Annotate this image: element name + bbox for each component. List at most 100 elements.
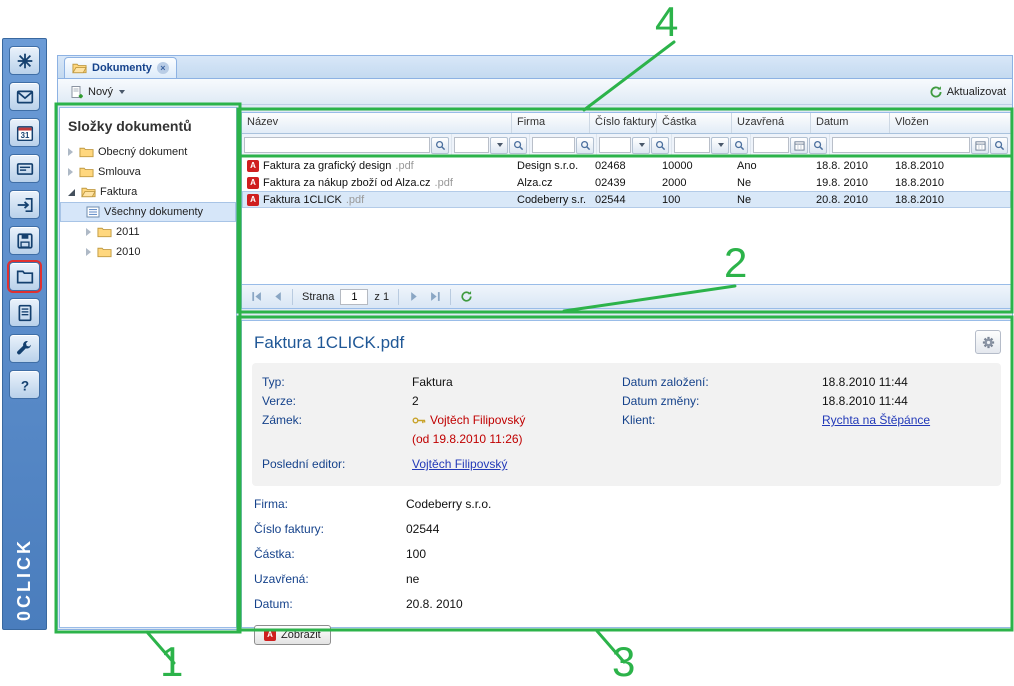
last-page-icon [430, 291, 441, 302]
next-page-button[interactable] [405, 288, 423, 306]
first-page-button[interactable] [247, 288, 265, 306]
sidebar-button-system[interactable] [9, 46, 40, 75]
filter-castka-dropdown[interactable] [632, 137, 650, 154]
filter-vlozen-input[interactable] [832, 137, 970, 153]
folder-icon [97, 226, 112, 238]
note-icon [16, 304, 34, 322]
filter-datum-search-button[interactable] [809, 137, 827, 154]
filter-datum-input[interactable] [753, 137, 789, 153]
sidebar-button-mail[interactable] [9, 82, 40, 111]
sidebar-button-invoices[interactable] [9, 298, 40, 327]
filter-datum-calendar-button[interactable] [790, 137, 808, 154]
filter-vlozen-calendar-button[interactable] [971, 137, 989, 154]
grid-filter-row [242, 134, 1011, 157]
column-header-castka[interactable]: Částka [657, 113, 732, 133]
detail-settings-button[interactable] [975, 330, 1001, 354]
expand-collapsed-icon[interactable] [86, 248, 91, 256]
expand-collapsed-icon[interactable] [68, 148, 73, 156]
column-header-datum[interactable]: Datum [811, 113, 890, 133]
cell-firma: Alza.cz [512, 177, 590, 189]
folder-icon [79, 166, 94, 178]
zobrazit-button[interactable]: A Zobrazit [254, 625, 331, 645]
tab-close-icon[interactable]: × [157, 62, 169, 74]
tree-item-label: Obecný dokument [98, 146, 187, 158]
filter-cell-uzavrena [672, 134, 751, 156]
documents-grid: Název Firma Číslo faktury Částka Uzavřen… [241, 112, 1012, 309]
tab-dokumenty[interactable]: Dokumenty × [64, 57, 177, 78]
new-button[interactable]: Nový [64, 82, 131, 102]
page-count-label: z 1 [371, 291, 392, 303]
filter-cell-datum [751, 134, 830, 156]
tree-item-vsechny-dokumenty[interactable]: Všechny dokumenty [60, 202, 236, 222]
main-toolbar: Nový Aktualizovat [58, 79, 1012, 105]
sidebar-button-tools[interactable] [9, 334, 40, 363]
castka-label: Částka: [254, 546, 406, 563]
expand-collapsed-icon[interactable] [86, 228, 91, 236]
filter-castka-search-button[interactable] [651, 137, 669, 154]
folders-panel: Složky dokumentů Obecný dokument Smlouva… [59, 107, 237, 628]
sidebar-button-documents[interactable] [9, 262, 40, 291]
column-header-cislo-faktury[interactable]: Číslo faktury [590, 113, 657, 133]
tree-item-label: Všechny dokumenty [104, 206, 203, 218]
editor-link[interactable]: Vojtěch Filipovský [412, 455, 507, 474]
table-row[interactable]: AFaktura za grafický design.pdf Design s… [242, 157, 1011, 174]
grid-header-row: Název Firma Číslo faktury Částka Uzavřen… [242, 113, 1011, 134]
sidebar-button-cards[interactable] [9, 154, 40, 183]
column-header-vlozen[interactable]: Vložen [890, 113, 1011, 133]
first-page-icon [251, 291, 262, 302]
prev-page-button[interactable] [268, 288, 286, 306]
pdf-icon: A [247, 177, 259, 189]
grid-pager: Strana z 1 [242, 284, 1011, 308]
tree-item-2011[interactable]: 2011 [60, 222, 236, 242]
verze-value: 2 [412, 392, 419, 411]
datum-label: Datum: [254, 596, 406, 613]
sidebar-button-calendar[interactable]: 31 [9, 118, 40, 147]
expand-collapsed-icon[interactable] [68, 168, 73, 176]
filter-uzavrena-search-button[interactable] [730, 137, 748, 154]
last-page-button[interactable] [426, 288, 444, 306]
tree-item-obecny-dokument[interactable]: Obecný dokument [60, 142, 236, 162]
filter-nazev-input[interactable] [244, 137, 430, 153]
sidebar-button-export[interactable] [9, 190, 40, 219]
filter-firma-input[interactable] [454, 137, 489, 153]
filter-cell-nazev [242, 134, 452, 156]
filter-firma-dropdown[interactable] [490, 137, 508, 154]
expand-expanded-icon[interactable] [68, 189, 75, 196]
table-row-selected[interactable]: AFaktura 1CLICK.pdf Codeberry s.r. 02544… [242, 191, 1011, 208]
firma-value: Codeberry s.r.o. [406, 496, 491, 513]
filter-cislo-input[interactable] [532, 137, 575, 153]
tree-item-smlouva[interactable]: Smlouva [60, 162, 236, 182]
editor-label: Poslední editor: [262, 455, 412, 474]
column-header-firma[interactable]: Firma [512, 113, 590, 133]
search-icon [435, 140, 446, 151]
cell-castka: 2000 [657, 177, 732, 189]
next-page-icon [409, 291, 420, 302]
page-number-input[interactable] [340, 289, 368, 305]
tree-item-label: 2011 [116, 226, 140, 238]
sidebar-button-help[interactable]: ? [9, 370, 40, 399]
sidebar-button-save[interactable] [9, 226, 40, 255]
cell-vlozen: 18.8.2010 [890, 177, 1011, 189]
tree-item-faktura[interactable]: Faktura [60, 182, 236, 202]
column-header-uzavrena[interactable]: Uzavřená [732, 113, 811, 133]
document-list-icon [86, 206, 100, 218]
filter-firma-search-button[interactable] [509, 137, 527, 154]
filter-uzavrena-dropdown[interactable] [711, 137, 729, 154]
table-row[interactable]: AFaktura za nákup zboží od Alza.cz.pdf A… [242, 174, 1011, 191]
cell-uzavrena: Ano [732, 160, 811, 172]
refresh-button[interactable]: Aktualizovat [929, 85, 1006, 99]
new-document-icon [70, 85, 84, 99]
filter-castka-input[interactable] [599, 137, 631, 153]
filter-vlozen-search-button[interactable] [990, 137, 1008, 154]
chevron-down-icon [497, 143, 503, 147]
klient-link[interactable]: Rychta na Štěpánce [822, 411, 930, 430]
column-header-nazev[interactable]: Název [242, 113, 512, 133]
filter-uzavrena-input[interactable] [674, 137, 710, 153]
refresh-grid-button[interactable] [457, 288, 475, 306]
filter-cislo-search-button[interactable] [576, 137, 594, 154]
pdf-icon: A [247, 160, 259, 172]
filter-nazev-search-button[interactable] [431, 137, 449, 154]
chevron-down-icon [718, 143, 724, 147]
zamek-note: (od 19.8.2010 11:26) [412, 430, 523, 449]
tree-item-2010[interactable]: 2010 [60, 242, 236, 262]
